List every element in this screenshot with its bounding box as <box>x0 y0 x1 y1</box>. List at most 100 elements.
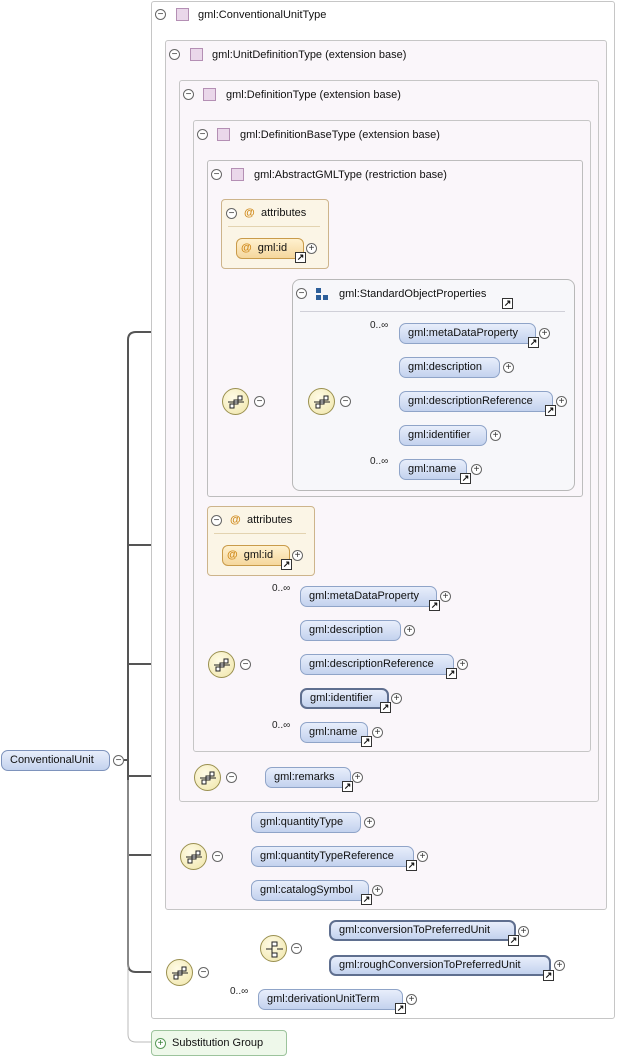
collapse-abstract-gml-type-button[interactable]: − <box>211 169 222 180</box>
sequence-glyph-icon <box>186 850 202 864</box>
collapse-definition-type-button[interactable]: − <box>183 89 194 100</box>
root-element-conventional-unit[interactable]: ConventionalUnit <box>1 750 110 771</box>
link-arrow-icon[interactable]: ↗ <box>295 252 306 263</box>
sequence-compositor-icon[interactable] <box>222 388 249 415</box>
collapse-unit-definition-type-button[interactable]: − <box>169 49 180 60</box>
element-remarks[interactable]: gml:remarks <box>265 767 351 788</box>
sequence-compositor-icon[interactable] <box>208 651 235 678</box>
collapse-definition-base-type-button[interactable]: − <box>197 129 208 140</box>
expand-element-button[interactable]: + <box>440 591 451 602</box>
element-quantity-type[interactable]: gml:quantityType <box>251 812 361 833</box>
expand-element-button[interactable]: + <box>417 851 428 862</box>
attribute-gml-id-label: gml:id <box>243 549 274 561</box>
element-description-reference[interactable]: gml:descriptionReference <box>300 654 454 675</box>
sequence-glyph-icon <box>172 966 188 980</box>
collapse-sequence-button[interactable]: − <box>226 772 237 783</box>
collapse-group-button[interactable]: − <box>296 288 307 299</box>
attribute-icon: @ <box>230 514 241 526</box>
link-arrow-icon[interactable]: ↗ <box>342 781 353 792</box>
expand-element-button[interactable]: + <box>518 926 529 937</box>
attribute-gml-id[interactable]: @ gml:id <box>222 545 290 566</box>
conventional-unit-type-label: gml:ConventionalUnitType <box>198 9 327 21</box>
collapse-conventional-unit-type-button[interactable]: − <box>155 9 166 20</box>
element-derivation-unit-term[interactable]: gml:derivationUnitTerm <box>258 989 403 1010</box>
link-arrow-icon[interactable]: ↗ <box>446 668 457 679</box>
element-rough-conversion-to-preferred-unit[interactable]: gml:roughConversionToPreferredUnit <box>329 955 551 976</box>
expand-element-button[interactable]: + <box>457 659 468 670</box>
attribute-gml-id-label: gml:id <box>257 242 288 254</box>
collapse-sequence-button[interactable]: − <box>212 851 223 862</box>
sequence-compositor-icon[interactable] <box>194 764 221 791</box>
element-name[interactable]: gml:name <box>300 722 368 743</box>
expand-element-button[interactable]: + <box>391 693 402 704</box>
expand-element-button[interactable]: + <box>404 625 415 636</box>
complex-type-icon <box>231 168 244 181</box>
sequence-glyph-icon <box>214 658 230 672</box>
group-icon <box>316 288 329 301</box>
attribute-icon: @ <box>227 549 238 561</box>
expand-element-button[interactable]: + <box>471 464 482 475</box>
expand-element-button[interactable]: + <box>556 396 567 407</box>
link-arrow-icon[interactable]: ↗ <box>502 298 513 309</box>
expand-attribute-button[interactable]: + <box>292 550 303 561</box>
element-description[interactable]: gml:description <box>399 357 500 378</box>
expand-element-button[interactable]: + <box>364 817 375 828</box>
link-arrow-icon[interactable]: ↗ <box>406 860 417 871</box>
element-conversion-to-preferred-unit[interactable]: gml:conversionToPreferredUnit <box>329 920 516 941</box>
link-arrow-icon[interactable]: ↗ <box>395 1003 406 1014</box>
element-identifier[interactable]: gml:identifier <box>399 425 487 446</box>
sequence-glyph-icon <box>314 395 330 409</box>
link-arrow-icon[interactable]: ↗ <box>281 559 292 570</box>
expand-element-button[interactable]: + <box>372 885 383 896</box>
attribute-icon: @ <box>241 242 252 254</box>
element-meta-data-property[interactable]: gml:metaDataProperty <box>300 586 437 607</box>
collapse-attributes-button[interactable]: − <box>226 208 237 219</box>
expand-element-button[interactable]: + <box>352 772 363 783</box>
element-description-reference[interactable]: gml:descriptionReference <box>399 391 553 412</box>
expand-substitution-group-button[interactable]: + <box>155 1038 166 1049</box>
choice-compositor-icon[interactable] <box>260 935 287 962</box>
collapse-sequence-button[interactable]: − <box>240 659 251 670</box>
attribute-gml-id[interactable]: @ gml:id <box>236 238 304 259</box>
expand-element-button[interactable]: + <box>503 362 514 373</box>
expand-element-button[interactable]: + <box>554 960 565 971</box>
element-meta-data-property[interactable]: gml:metaDataProperty <box>399 323 536 344</box>
attributes-label: attributes <box>247 514 293 526</box>
collapse-sequence-button[interactable]: − <box>340 396 351 407</box>
choice-glyph-icon <box>266 941 283 958</box>
link-arrow-icon[interactable]: ↗ <box>508 935 519 946</box>
complex-type-icon <box>190 48 203 61</box>
sequence-compositor-icon[interactable] <box>308 388 335 415</box>
sequence-compositor-icon[interactable] <box>180 843 207 870</box>
abstract-gml-type-label: gml:AbstractGMLType (restriction base) <box>254 169 447 181</box>
collapse-sequence-button[interactable]: − <box>254 396 265 407</box>
link-arrow-icon[interactable]: ↗ <box>361 894 372 905</box>
collapse-sequence-button[interactable]: − <box>198 967 209 978</box>
link-arrow-icon[interactable]: ↗ <box>380 702 391 713</box>
collapse-choice-button[interactable]: − <box>291 943 302 954</box>
link-arrow-icon[interactable]: ↗ <box>545 405 556 416</box>
complex-type-icon <box>203 88 216 101</box>
link-arrow-icon[interactable]: ↗ <box>429 600 440 611</box>
collapse-attributes-button[interactable]: − <box>211 515 222 526</box>
element-quantity-type-reference[interactable]: gml:quantityTypeReference <box>251 846 414 867</box>
standard-object-properties-label: gml:StandardObjectProperties <box>339 288 487 300</box>
sequence-compositor-icon[interactable] <box>166 959 193 986</box>
expand-element-button[interactable]: + <box>406 994 417 1005</box>
expand-element-button[interactable]: + <box>372 727 383 738</box>
expand-element-button[interactable]: + <box>490 430 501 441</box>
expand-element-button[interactable]: + <box>539 328 550 339</box>
expand-attribute-button[interactable]: + <box>306 243 317 254</box>
link-arrow-icon[interactable]: ↗ <box>460 473 471 484</box>
element-identifier[interactable]: gml:identifier <box>300 688 389 709</box>
complex-type-icon <box>176 8 189 21</box>
element-description[interactable]: gml:description <box>300 620 401 641</box>
collapse-root-button[interactable]: − <box>113 755 124 766</box>
substitution-group-label: Substitution Group <box>172 1037 264 1049</box>
element-name[interactable]: gml:name <box>399 459 467 480</box>
link-arrow-icon[interactable]: ↗ <box>361 736 372 747</box>
element-catalog-symbol[interactable]: gml:catalogSymbol <box>251 880 369 901</box>
sequence-glyph-icon <box>228 395 244 409</box>
link-arrow-icon[interactable]: ↗ <box>528 337 539 348</box>
link-arrow-icon[interactable]: ↗ <box>543 970 554 981</box>
